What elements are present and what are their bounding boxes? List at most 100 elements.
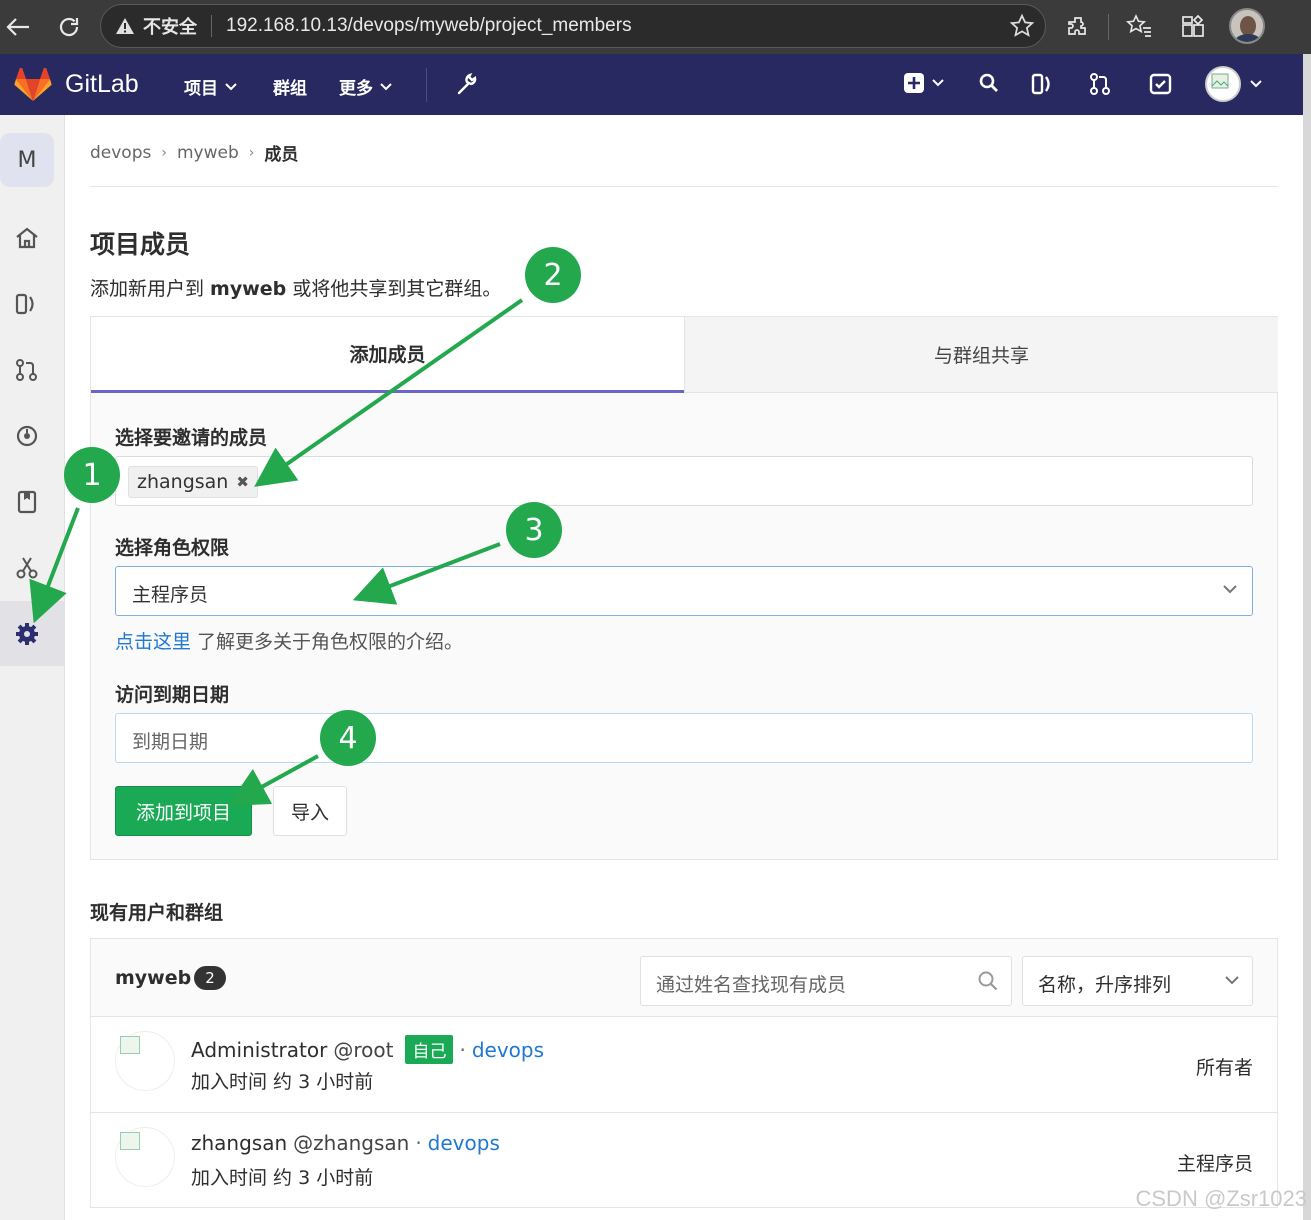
import-button[interactable]: 导入 xyxy=(273,786,347,836)
chevron-down-icon xyxy=(1224,974,1240,986)
role-help-text: 点击这里 了解更多关于角色权限的介绍。 xyxy=(115,627,463,654)
chevron-down-icon xyxy=(380,82,392,90)
nav-projects-label: 项目 xyxy=(184,79,218,99)
breadcrumb-current[interactable]: 成员 xyxy=(264,140,298,165)
expiry-date-input[interactable]: 到期日期 xyxy=(115,713,1253,763)
back-icon[interactable] xyxy=(0,9,36,45)
gitlab-brand[interactable]: GitLab xyxy=(65,70,139,99)
search-icon[interactable] xyxy=(977,970,999,992)
member-group-link[interactable]: devops xyxy=(472,1038,544,1062)
annotation-marker-1: 1 xyxy=(64,447,120,503)
member-role: 主程序员 xyxy=(1176,1153,1253,1175)
member-search-placeholder: 通过姓名查找现有成员 xyxy=(656,974,847,996)
url-text[interactable]: 192.168.10.13/devops/myweb/project_membe… xyxy=(226,15,632,37)
pipelines-icon[interactable] xyxy=(14,423,40,449)
member-row: Administrator @root 自己 · devops 加入时间 约 3… xyxy=(91,1017,1277,1112)
tab-share-with-group[interactable]: 与群组共享 xyxy=(684,317,1278,393)
chevron-down-icon xyxy=(1250,80,1262,88)
toolbar-divider xyxy=(1108,14,1109,40)
address-bar[interactable]: 不安全 192.168.10.13/devops/myweb/project_m… xyxy=(100,4,1046,48)
members-project-name: myweb xyxy=(115,967,192,989)
role-select-value: 主程序员 xyxy=(132,584,209,606)
existing-members-title: 现有用户和群组 xyxy=(90,902,224,924)
issues-icon[interactable] xyxy=(1031,72,1053,96)
favorite-star-icon[interactable] xyxy=(1009,13,1035,39)
breadcrumb-group[interactable]: devops xyxy=(90,143,151,163)
todos-icon[interactable] xyxy=(1149,72,1173,96)
watermark: CSDN @Zsr1023 xyxy=(1135,1186,1308,1211)
browser-profile-avatar[interactable] xyxy=(1229,8,1265,44)
annotation-marker-2: 2 xyxy=(525,247,581,303)
extensions-icon[interactable] xyxy=(1060,9,1096,45)
snippets-icon[interactable] xyxy=(14,555,40,581)
browser-toolbar: 不安全 192.168.10.13/devops/myweb/project_m… xyxy=(0,0,1311,54)
member-username: @root xyxy=(333,1037,394,1062)
warning-icon xyxy=(115,17,135,35)
add-member-panel: 添加成员 与群组共享 选择要邀请的成员 zhangsan ✖ 选择角色权限 主程… xyxy=(90,316,1278,860)
member-group-link[interactable]: devops xyxy=(428,1131,500,1155)
user-avatar-icon xyxy=(1205,66,1241,102)
tab-add-member[interactable]: 添加成员 xyxy=(91,317,684,393)
member-role: 所有者 xyxy=(1195,1057,1253,1079)
member-name[interactable]: Administrator xyxy=(191,1038,327,1062)
separator-dot: · xyxy=(415,1131,422,1155)
member-avatar[interactable] xyxy=(115,1031,175,1091)
invite-label: 选择要邀请的成员 xyxy=(115,427,268,449)
breadcrumb: devops › myweb › 成员 xyxy=(90,140,298,166)
member-count-badge: 2 xyxy=(194,966,226,990)
add-to-project-button[interactable]: 添加到项目 xyxy=(115,786,252,836)
security-label[interactable]: 不安全 xyxy=(143,13,197,39)
annotation-marker-3: 3 xyxy=(506,502,562,558)
chevron-right-icon: › xyxy=(248,144,255,161)
sort-dropdown[interactable]: 名称，升序排列 xyxy=(1022,956,1253,1006)
member-name[interactable]: zhangsan xyxy=(191,1131,287,1155)
reload-icon[interactable] xyxy=(51,9,87,45)
favorites-icon[interactable] xyxy=(1121,9,1157,45)
chevron-down-icon xyxy=(225,82,237,90)
admin-wrench-icon[interactable] xyxy=(455,72,477,96)
project-sidebar: M xyxy=(0,115,65,1220)
member-joined: 加入时间 约 3 小时前 xyxy=(191,1071,374,1093)
member-search-input[interactable]: 通过姓名查找现有成员 xyxy=(640,956,1012,1006)
collections-icon[interactable] xyxy=(1175,9,1211,45)
window-edge xyxy=(1303,54,1311,1220)
member-token-label: zhangsan xyxy=(137,471,229,493)
chevron-down-icon xyxy=(932,79,944,87)
desc-pre: 添加新用户到 xyxy=(90,278,211,300)
divider xyxy=(211,15,212,37)
gitlab-logo-icon[interactable] xyxy=(14,68,52,102)
member-identity: zhangsan @zhangsan · devops xyxy=(191,1131,500,1155)
user-menu[interactable] xyxy=(1205,66,1263,102)
home-icon[interactable] xyxy=(14,225,40,251)
invite-members-input[interactable]: zhangsan ✖ xyxy=(115,456,1253,506)
member-identity: Administrator @root 自己 · devops xyxy=(191,1035,544,1064)
annotation-marker-4: 4 xyxy=(320,710,376,766)
expiry-label: 访问到期日期 xyxy=(115,684,230,706)
wiki-icon[interactable] xyxy=(14,489,40,515)
member-joined: 加入时间 约 3 小时前 xyxy=(191,1167,374,1189)
nav-projects[interactable]: 项目 xyxy=(184,74,238,99)
breadcrumb-project[interactable]: myweb xyxy=(177,143,239,163)
search-icon[interactable] xyxy=(978,72,1000,94)
chevron-right-icon: › xyxy=(161,144,167,161)
issues-icon[interactable] xyxy=(14,291,40,317)
desc-post: 或将他共享到其它群组。 xyxy=(286,278,502,300)
broken-image-icon xyxy=(120,1132,140,1150)
merge-requests-icon[interactable] xyxy=(14,357,40,383)
gear-icon[interactable] xyxy=(14,621,40,647)
role-select[interactable]: 主程序员 xyxy=(115,566,1253,616)
nav-groups[interactable]: 群组 xyxy=(273,74,307,99)
new-item-dropdown[interactable] xyxy=(903,72,945,94)
remove-token-icon[interactable]: ✖ xyxy=(236,473,249,491)
nav-more[interactable]: 更多 xyxy=(339,74,393,99)
member-token: zhangsan ✖ xyxy=(128,466,258,498)
gitlab-navbar: GitLab 项目 群组 更多 xyxy=(0,54,1303,115)
project-avatar[interactable]: M xyxy=(0,133,54,187)
separator-dot: · xyxy=(459,1037,466,1062)
merge-requests-icon[interactable] xyxy=(1089,72,1111,96)
role-help-link[interactable]: 点击这里 xyxy=(115,631,191,653)
desc-project: myweb xyxy=(210,278,287,300)
members-header: myweb 2 通过姓名查找现有成员 名称，升序排列 xyxy=(91,939,1277,1017)
member-avatar[interactable] xyxy=(115,1127,175,1187)
role-help-suffix: 了解更多关于角色权限的介绍。 xyxy=(191,631,464,653)
